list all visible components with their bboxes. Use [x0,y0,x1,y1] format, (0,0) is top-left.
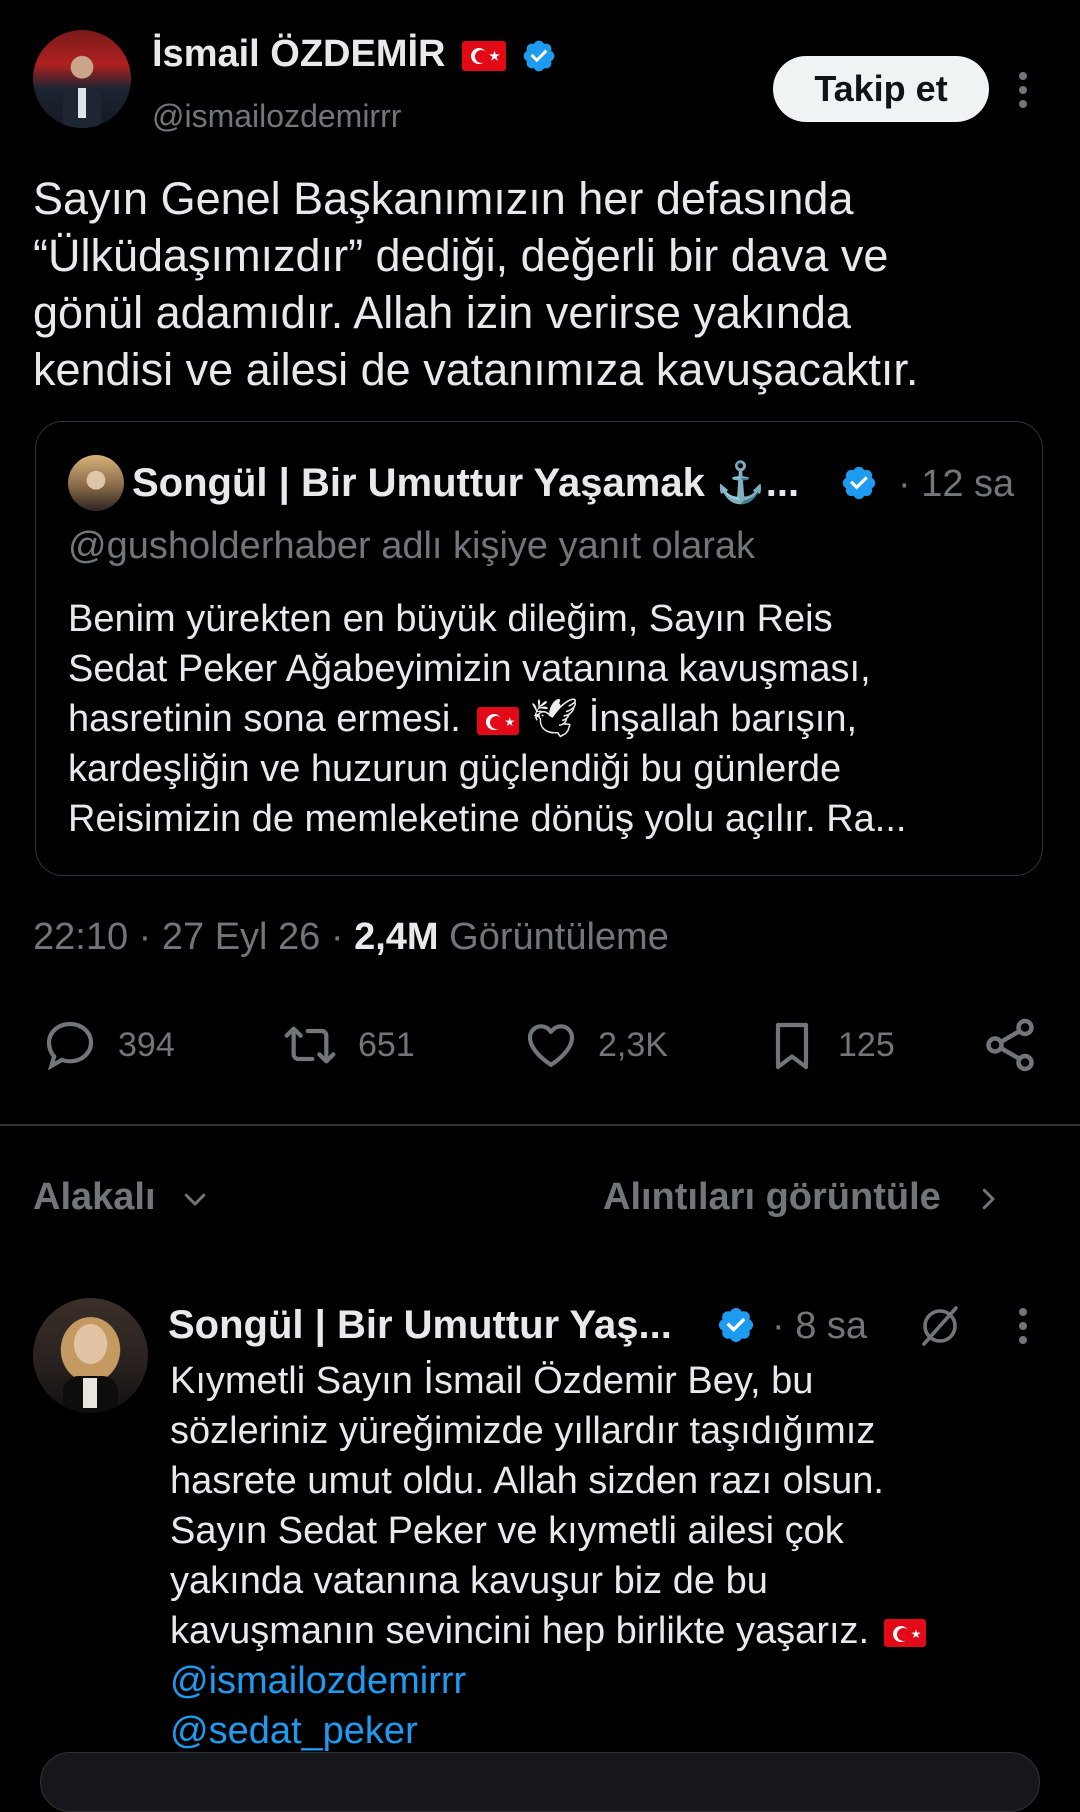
meta-separator: · [138,916,152,958]
reply-line: yakında vatanına kavuşur biz de bu [170,1560,768,1602]
quoted-line: hasretinin sona ermesi. ★ 🕊 İnşallah bar… [68,694,1028,744]
quoted-line: Sedat Peker Ağabeyimizin vatanına kavuşm… [68,648,871,690]
follow-button-label: Takip et [814,68,948,109]
quoted-line: Reisimizin de memleketine dönüş yolu açı… [68,798,907,840]
tweet-meta: 22:10 · 27 Eyl 26 · 2,4M Görüntüleme [33,912,669,962]
tweet-text: Sayın Genel Başkanımızın her defasında “… [33,170,1053,398]
turkey-flag-icon: ★ [477,706,520,735]
reply-name-text: Songül | Bir Umuttur Yaş... [168,1303,672,1347]
reply-icon [46,1021,94,1071]
reply-line: Kıymetli Sayın İsmail Özdemir Bey, bu [170,1360,814,1402]
reply-line: Sayın Sedat Peker ve kıymetli ailesi çok [170,1510,844,1552]
meta-separator: · [330,916,344,958]
quoted-text: Benim yürekten en büyük dileğim, Sayın R… [68,594,1028,844]
bookmark-count: 125 [838,1026,895,1064]
quoted-line-text: İnşallah barışın, [588,698,858,740]
turkey-flag-icon: ★ [462,40,507,71]
like-action[interactable]: 2,3K [520,1015,690,1075]
like-count: 2,3K [598,1026,668,1064]
sort-dropdown[interactable]: Alakalı [33,1170,210,1224]
bookmark-action[interactable]: 125 [764,1015,924,1075]
reply-action[interactable]: 394 [40,1015,200,1075]
mention-link[interactable]: @ismailozdemirrr [170,1656,1060,1706]
quoted-name[interactable]: Songül | Bir Umuttur Yaşamak ⚓... [132,458,799,508]
chevron-right-icon [983,1188,995,1210]
quoted-line-text: hasretinin sona ermesi. [68,698,461,740]
verified-badge-icon [718,1307,754,1343]
reply-time[interactable]: · 8 sa [772,1302,867,1350]
reply-line-text: kavuşmanın sevincini hep birlikte yaşarı… [170,1610,870,1652]
views-label[interactable]: Görüntüleme [449,916,669,958]
verified-badge-icon [842,466,876,500]
quoted-time[interactable]: · 12 sa [898,460,1014,508]
retweet-action[interactable]: 651 [278,1015,438,1075]
tweet-time[interactable]: 22:10 [33,916,128,958]
retweet-icon [284,1026,336,1064]
retweet-count: 651 [358,1026,415,1064]
sort-label: Alakalı [33,1176,156,1218]
bookmark-icon [775,1022,809,1070]
tweet-line: Sayın Genel Başkanımızın her defasında [33,173,854,224]
tweet-date[interactable]: 27 Eyl 26 [162,916,320,958]
reply-more-options-icon[interactable] [1012,1306,1034,1346]
reply-line: kavuşmanın sevincini hep birlikte yaşarı… [170,1606,1060,1656]
turkey-flag-icon: ★ [883,1618,926,1647]
reply-line: sözleriniz yüreğimizde yıllardır taşıdığ… [170,1410,876,1452]
reply-text: Kıymetli Sayın İsmail Özdemir Bey, bu sö… [170,1356,1060,1756]
more-options-icon[interactable] [1012,70,1034,110]
mention-link[interactable]: @sedat_peker [170,1706,1060,1756]
tweet-line: gönül adamıdır. Allah izin verirse yakın… [33,287,851,338]
view-quotes-link[interactable]: Alıntıları görüntüle [603,1170,1003,1224]
reply-name[interactable]: Songül | Bir Umuttur Yaş... [168,1300,672,1350]
author-handle[interactable]: @ismailozdemirrr [152,96,401,136]
share-icon [986,1018,1034,1072]
quoted-name-text: Songül | Bir Umuttur Yaşamak ⚓... [132,461,800,505]
chevron-down-icon [184,1193,206,1206]
view-quotes-label: Alıntıları görüntüle [603,1176,941,1218]
views-count[interactable]: 2,4M [354,916,438,958]
reply-avatar[interactable] [33,1298,148,1413]
author-name-text: İsmail ÖZDEMİR [152,33,446,75]
heart-icon [527,1024,575,1067]
reply-count: 394 [118,1026,175,1064]
follow-button[interactable]: Takip et [773,56,989,122]
quoted-line: kardeşliğin ve huzurun güçlendiği bu gün… [68,748,842,790]
reply-line: hasrete umut oldu. Allah sizden razı ols… [170,1460,884,1502]
tweet-line: “Ülküdaşımızdır” dediği, değerli bir dav… [33,230,889,281]
grok-icon[interactable] [916,1302,964,1350]
quoted-line: Benim yürekten en büyük dileğim, Sayın R… [68,598,833,640]
quoted-reply-context[interactable]: @gusholderhaber adlı kişiye yanıt olarak [68,522,755,570]
divider [0,1124,1080,1126]
share-action[interactable] [980,1015,1040,1075]
reply-composer-edge[interactable] [40,1752,1040,1812]
quoted-avatar[interactable] [68,455,124,511]
author-avatar[interactable] [33,30,131,128]
tweet-line: kendisi ve ailesi de vatanımıza kavuşaca… [33,344,919,395]
dove-icon: 🕊 [529,698,579,740]
verified-badge-icon [523,40,554,72]
author-name[interactable]: İsmail ÖZDEMİR ★ [152,32,557,76]
